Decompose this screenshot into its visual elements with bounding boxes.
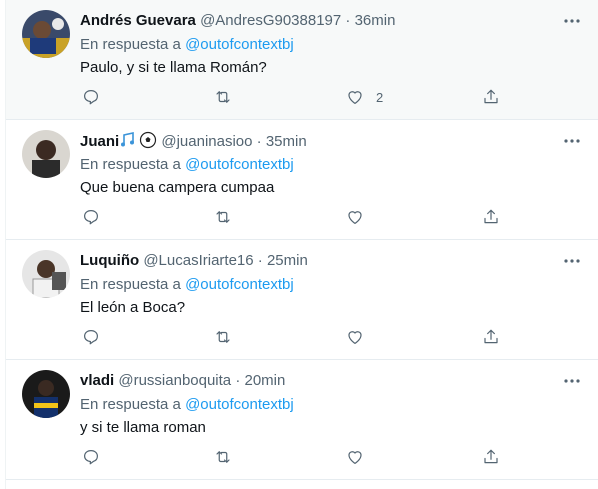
reply-icon [84, 450, 98, 465]
more-icon[interactable] [561, 254, 583, 268]
retweet-button[interactable] [214, 86, 232, 108]
avatar[interactable] [22, 250, 70, 298]
retweet-button[interactable] [214, 326, 232, 348]
reply-button[interactable] [82, 86, 100, 108]
heart-icon [348, 451, 362, 464]
timestamp[interactable]: 35min [266, 133, 307, 150]
reply-button[interactable] [82, 206, 100, 228]
timestamp[interactable]: 25min [267, 252, 308, 269]
share-icon [484, 89, 498, 104]
tweet-actions [6, 446, 598, 468]
reply-context: En respuesta a @outofcontextbj [80, 35, 294, 55]
tweet-item[interactable]: Andrés Guevara @AndresG90388197 · 36min … [6, 0, 598, 120]
share-icon [484, 329, 498, 344]
heart-icon [348, 91, 362, 104]
more-icon[interactable] [561, 134, 583, 148]
like-button[interactable] [346, 326, 364, 348]
tweet-item[interactable]: Luquiño @LucasIriarte16 · 25min En respu… [6, 240, 598, 360]
reply-context: En respuesta a @outofcontextbj [80, 155, 294, 175]
like-button[interactable]: 2 [346, 86, 383, 108]
tweet-actions: 2 [6, 86, 598, 108]
tweet-actions [6, 206, 598, 228]
reply-prefix: En respuesta a [80, 276, 181, 293]
reply-button[interactable] [82, 446, 100, 468]
tweet-header: Juani @juaninasioo · 35min [80, 131, 307, 155]
display-name[interactable]: Juani [80, 133, 119, 150]
tweet-item[interactable]: Juani @juaninasioo · 35min En respuesta … [6, 120, 598, 240]
reply-to-link[interactable]: @outofcontextbj [185, 396, 294, 413]
retweet-button[interactable] [214, 206, 232, 228]
separator-dot: · [235, 372, 241, 389]
reply-to-link[interactable]: @outofcontextbj [185, 36, 294, 53]
tweet-header: vladi @russianboquita · 20min [80, 371, 285, 391]
avatar[interactable] [22, 10, 70, 58]
timestamp[interactable]: 20min [245, 372, 286, 389]
reply-context: En respuesta a @outofcontextbj [80, 395, 294, 415]
like-button[interactable] [346, 446, 364, 468]
retweet-button[interactable] [214, 446, 232, 468]
user-handle[interactable]: @LucasIriarte16 [143, 252, 253, 269]
reply-icon [84, 330, 98, 345]
reply-to-link[interactable]: @outofcontextbj [185, 276, 294, 293]
timestamp[interactable]: 36min [355, 12, 396, 29]
separator-dot: · [257, 252, 263, 269]
avatar[interactable] [22, 370, 70, 418]
tweet-item[interactable]: vladi @russianboquita · 20min En respues… [6, 360, 598, 480]
avatar[interactable] [22, 130, 70, 178]
like-button[interactable] [346, 206, 364, 228]
tweet-text: Que buena campera cumpaa [80, 179, 275, 196]
more-icon[interactable] [561, 374, 583, 388]
separator-dot: · [256, 133, 262, 150]
display-name[interactable]: vladi [80, 372, 114, 389]
reply-button[interactable] [82, 326, 100, 348]
more-icon[interactable] [561, 14, 583, 28]
retweet-icon [216, 331, 230, 343]
like-count: 2 [376, 89, 384, 105]
music-notes-emoji [120, 131, 138, 155]
reply-prefix: En respuesta a [80, 396, 181, 413]
retweet-icon [216, 91, 230, 103]
display-name[interactable]: Andrés Guevara [80, 12, 196, 29]
share-icon [484, 449, 498, 464]
tweet-header: Luquiño @LucasIriarte16 · 25min [80, 251, 308, 271]
user-handle[interactable]: @russianboquita [118, 372, 231, 389]
retweet-icon [216, 451, 230, 463]
separator-dot: · [345, 12, 351, 29]
user-handle[interactable]: @juaninasioo [161, 133, 252, 150]
display-name[interactable]: Luquiño [80, 252, 139, 269]
soccer-ball-emoji [139, 131, 157, 155]
tweet-actions [6, 326, 598, 348]
tweet-text: El león a Boca? [80, 299, 186, 316]
reply-context: En respuesta a @outofcontextbj [80, 275, 294, 295]
reply-prefix: En respuesta a [80, 36, 181, 53]
tweet-text: Paulo, y si te llama Román? [80, 59, 267, 76]
reply-prefix: En respuesta a [80, 156, 181, 173]
share-button[interactable] [482, 206, 500, 228]
replies-feed: Andrés Guevara @AndresG90388197 · 36min … [5, 0, 598, 489]
share-button[interactable] [482, 326, 500, 348]
reply-icon [84, 90, 98, 105]
share-button[interactable] [482, 86, 500, 108]
reply-icon [84, 210, 98, 225]
heart-icon [348, 331, 362, 344]
user-handle[interactable]: @AndresG90388197 [200, 12, 341, 29]
heart-icon [348, 211, 362, 224]
retweet-icon [216, 211, 230, 223]
reply-to-link[interactable]: @outofcontextbj [185, 156, 294, 173]
tweet-header: Andrés Guevara @AndresG90388197 · 36min [80, 11, 395, 31]
share-button[interactable] [482, 446, 500, 468]
tweet-text: y si te llama roman [80, 419, 206, 436]
share-icon [484, 209, 498, 224]
